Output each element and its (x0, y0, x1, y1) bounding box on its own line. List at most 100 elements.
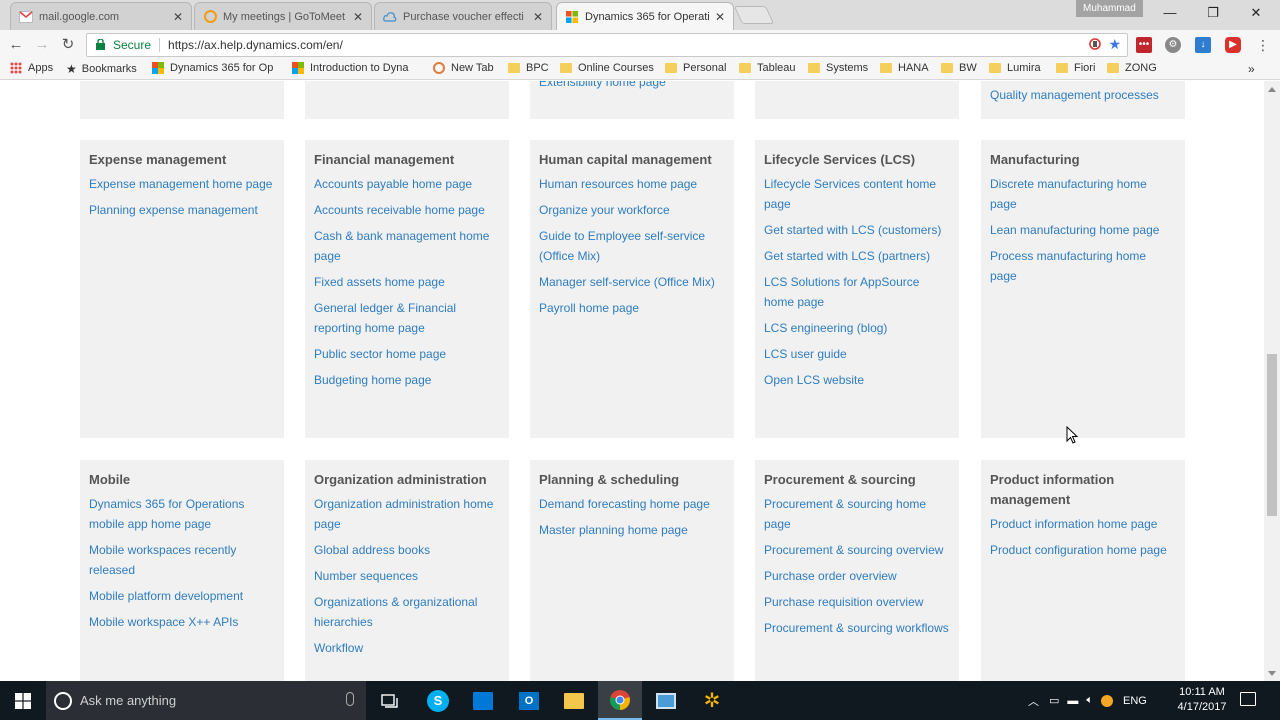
minimize-icon[interactable]: — (1160, 4, 1180, 22)
card-link[interactable]: Lifecycle Services content home page (764, 174, 950, 214)
action-center-icon[interactable] (1240, 692, 1256, 706)
network-icon[interactable]: ▭ (1049, 694, 1059, 707)
close-tab-icon[interactable]: ✕ (173, 10, 183, 24)
battery-icon[interactable]: ▬ (1067, 695, 1078, 707)
card-link[interactable]: Lean manufacturing home page (990, 220, 1176, 240)
card-link[interactable]: Mobile platform development (89, 586, 275, 606)
tab-purchase-voucher[interactable]: Purchase voucher effecti ✕ (374, 2, 552, 30)
card-link[interactable]: Human resources home page (539, 174, 725, 194)
card-link[interactable]: Get started with LCS (customers) (764, 220, 950, 240)
scrollbar-thumb[interactable] (1267, 354, 1277, 516)
card-link[interactable]: Organization administration home page (314, 494, 500, 534)
card-link[interactable]: Budgeting home page (314, 370, 500, 390)
bookmarks-overflow-button[interactable]: » (1248, 62, 1255, 76)
bookmark-folder-lumira[interactable]: Lumira (989, 62, 1041, 74)
card-link[interactable]: Accounts payable home page (314, 174, 500, 194)
card-link[interactable]: General ledger & Financial reporting hom… (314, 298, 500, 338)
tab-dynamics-365[interactable]: Dynamics 365 for Operati ✕ (556, 2, 734, 30)
taskbar-store[interactable] (461, 681, 505, 720)
volume-icon[interactable]: 🔈︎ (1086, 694, 1093, 707)
taskbar-outlook[interactable]: O (507, 681, 551, 720)
language-globe-icon[interactable] (1101, 694, 1114, 707)
link-quality-management[interactable]: Quality management processes (990, 85, 1159, 105)
tab-gotomeeting[interactable]: My meetings | GoToMeet ✕ (194, 2, 372, 30)
card-link[interactable]: Planning expense management (89, 200, 275, 220)
close-window-icon[interactable]: ✕ (1246, 4, 1266, 22)
bookmark-new-tab[interactable]: New Tab (433, 62, 494, 74)
download-icon[interactable]: ↓ (1195, 37, 1211, 53)
record-icon[interactable]: ▶ (1225, 37, 1241, 53)
card-link[interactable]: Accounts receivable home page (314, 200, 500, 220)
address-bar[interactable]: Secure https://ax.help.dynamics.com/en/ … (86, 33, 1128, 57)
bookmark-folder-personal[interactable]: Personal (665, 62, 726, 74)
card-link[interactable]: LCS user guide (764, 344, 950, 364)
card-link[interactable]: Number sequences (314, 566, 500, 586)
card-link[interactable]: Fixed assets home page (314, 272, 500, 292)
card-link[interactable]: Payroll home page (539, 298, 725, 318)
bookmark-folder-zong[interactable]: ZONG (1107, 62, 1157, 74)
card-link[interactable]: Organizations & organizational hierarchi… (314, 592, 500, 632)
card-link[interactable]: Demand forecasting home page (539, 494, 725, 514)
restore-icon[interactable]: ❐ (1203, 4, 1223, 22)
taskbar-file-explorer[interactable] (552, 681, 596, 720)
card-link[interactable]: Procurement & sourcing workflows (764, 618, 950, 638)
bookmark-intro-dynamics[interactable]: Introduction to Dyna (292, 62, 408, 74)
card-link[interactable]: Product information home page (990, 514, 1176, 534)
taskbar-remote-desktop[interactable] (644, 681, 688, 720)
lastpass-icon[interactable]: ••• (1136, 37, 1152, 53)
scroll-down-icon[interactable] (1268, 671, 1276, 676)
new-tab-button[interactable] (733, 6, 775, 24)
profile-name[interactable]: Muhammad (1076, 0, 1143, 17)
card-link[interactable]: Product configuration home page (990, 540, 1176, 560)
card-link[interactable]: LCS engineering (blog) (764, 318, 950, 338)
card-link[interactable]: Organize your workforce (539, 200, 725, 220)
tab-gmail[interactable]: mail.google.com ✕ (10, 2, 192, 30)
card-link[interactable]: Open LCS website (764, 370, 950, 390)
bookmark-folder-bpc[interactable]: BPC (508, 62, 549, 74)
card-link[interactable]: Guide to Employee self-service (Office M… (539, 226, 725, 266)
close-tab-icon[interactable]: ✕ (715, 10, 725, 24)
card-link[interactable]: Cash & bank management home page (314, 226, 500, 266)
card-link[interactable]: Get started with LCS (partners) (764, 246, 950, 266)
bookmark-folder-hana[interactable]: HANA (880, 62, 929, 74)
card-link[interactable]: Process manufacturing home page (990, 246, 1176, 286)
card-link[interactable]: Workflow (314, 638, 500, 658)
taskbar-app-flower[interactable]: ✲ (690, 681, 734, 720)
card-link[interactable]: Discrete manufacturing home page (990, 174, 1176, 214)
bookmark-folder-tableau[interactable]: Tableau (739, 62, 796, 74)
bookmark-folder-online-courses[interactable]: Online Courses (560, 62, 654, 74)
bookmark-folder-systems[interactable]: Systems (808, 62, 868, 74)
microphone-icon[interactable] (346, 692, 354, 706)
bookmark-folder-fiori[interactable]: Fiori (1056, 62, 1095, 74)
scroll-up-icon[interactable] (1268, 87, 1276, 92)
bookmark-apps[interactable]: Apps (10, 62, 53, 74)
card-link[interactable]: Dynamics 365 for Operations mobile app h… (89, 494, 275, 534)
card-link[interactable]: Purchase requisition overview (764, 592, 950, 612)
taskbar-chrome[interactable] (598, 681, 642, 720)
language-indicator[interactable]: ENG (1123, 695, 1147, 707)
blocked-icon[interactable] (1088, 37, 1102, 54)
cortana-search-box[interactable]: Ask me anything (46, 681, 366, 720)
close-tab-icon[interactable]: ✕ (533, 10, 543, 24)
close-tab-icon[interactable]: ✕ (353, 10, 363, 24)
card-link[interactable]: Mobile workspaces recently released (89, 540, 275, 580)
card-link[interactable]: Procurement & sourcing home page (764, 494, 950, 534)
star-icon[interactable]: ★ (1108, 37, 1121, 54)
card-link[interactable]: Master planning home page (539, 520, 725, 540)
card-link[interactable]: Procurement & sourcing overview (764, 540, 950, 560)
windows-start-button[interactable] (0, 681, 46, 720)
card-link[interactable]: Mobile workspace X++ APIs (89, 612, 275, 632)
bookmark-folder-bw[interactable]: BW (941, 62, 977, 74)
taskbar-skype[interactable]: S (416, 681, 460, 720)
page-scrollbar[interactable] (1264, 81, 1280, 681)
card-link[interactable]: Purchase order overview (764, 566, 950, 586)
card-link[interactable]: Manager self-service (Office Mix) (539, 272, 725, 292)
card-link[interactable]: Global address books (314, 540, 500, 560)
task-view-button[interactable] (368, 681, 412, 720)
settings-extension-icon[interactable]: ⚙ (1165, 37, 1181, 53)
forward-icon[interactable]: → (33, 36, 51, 54)
clock[interactable]: 10:11 AM 4/17/2017 (1172, 685, 1232, 715)
chevron-up-icon[interactable]: ︿ (1028, 693, 1039, 709)
card-link[interactable]: Expense management home page (89, 174, 275, 194)
link-extensibility[interactable]: Extensibility home page (539, 81, 666, 92)
